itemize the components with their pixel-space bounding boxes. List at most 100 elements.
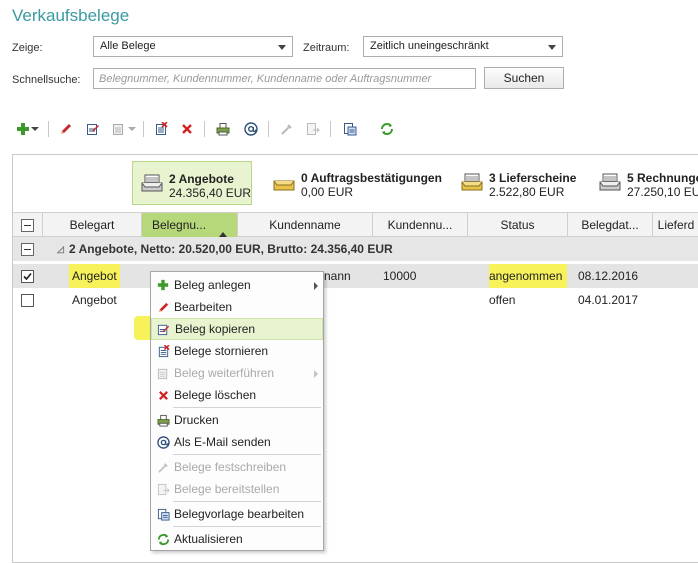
delete-icon[interactable] [178, 120, 196, 138]
column-status[interactable]: Status [468, 213, 568, 237]
menu-item-label: Beleg kopieren [175, 322, 256, 336]
context-menu: Beleg anlegen Bearbeiten Beleg kopieren … [150, 271, 324, 551]
summary-count: 5 Rechnungen [627, 171, 698, 185]
page-title: Verkaufsbelege [12, 6, 130, 25]
menu-item-drucken[interactable]: Drucken [151, 409, 323, 431]
summary-amount: 24.356,40 EUR [169, 186, 252, 200]
sort-ascending-icon [219, 222, 227, 237]
menu-item-label: Belege stornieren [174, 344, 269, 358]
toolbar-separator [330, 121, 331, 137]
schnellsuche-label: Schnellsuche: [12, 74, 81, 86]
cell-belegart: Angebot [69, 264, 120, 288]
refresh-icon[interactable] [378, 120, 396, 138]
group-row[interactable]: ◿ 2 Angebote, Netto: 20.520,00 EUR, Brut… [13, 237, 698, 261]
cell-belegdatum: 04.01.2017 [578, 293, 639, 307]
menu-item-beleg-weiterfuehren[interactable]: Beleg weiterführen [151, 362, 323, 384]
menu-item-beleg-kopieren[interactable]: Beleg kopieren [151, 318, 323, 340]
toolbar-separator [48, 121, 49, 137]
table-row[interactable]: Angebot offen 04.01.2017 [13, 288, 698, 312]
menu-item-belege-loeschen[interactable]: Belege löschen [151, 384, 323, 406]
forward-icon[interactable] [110, 120, 128, 138]
status-dropdown-icon[interactable] [549, 297, 557, 303]
table-row[interactable]: Angebot nann 10000 angenommen 08.12.2016 [13, 264, 698, 288]
zeitraum-label: Zeitraum: [303, 42, 350, 54]
menu-item-belegvorlage-bearbeiten[interactable]: Belegvorlage bearbeiten [151, 503, 323, 525]
row-checkbox[interactable] [21, 264, 34, 288]
menu-item-belege-stornieren[interactable]: Belege stornieren [151, 340, 323, 362]
cancel-doc-icon[interactable] [152, 120, 170, 138]
zeitraum-select[interactable]: Zeitlich uneingeschränkt [363, 36, 563, 57]
menu-separator [173, 407, 321, 408]
finalize-icon [156, 460, 170, 474]
menu-separator [173, 454, 321, 455]
cell-status[interactable]: offen [489, 288, 515, 312]
summary-amount: 0,00 EUR [301, 185, 354, 199]
column-kundenname[interactable]: Kundenname [238, 213, 373, 237]
column-belegdatum[interactable]: Belegdat... [568, 213, 653, 237]
menu-separator [173, 501, 321, 502]
summary-count: 2 Angebote [169, 172, 234, 186]
submenu-arrow-icon [314, 282, 318, 290]
menu-item-belege-festschreiben[interactable]: Belege festschreiben [151, 456, 323, 478]
provide-icon [156, 482, 170, 496]
checkbox-icon [21, 294, 34, 308]
checkbox-icon [21, 219, 34, 233]
menu-item-belege-bereitstellen[interactable]: Belege bereitstellen [151, 478, 323, 500]
tray-icon [599, 173, 621, 194]
summary-tile-auftragsbestaetigungen[interactable]: 0 Auftragsbestätigungen 0,00 EUR [265, 161, 455, 205]
row-checkbox[interactable] [21, 288, 34, 312]
cell-kundenname: nann [324, 269, 351, 283]
zeitraum-select-value: Zeitlich uneingeschränkt [370, 40, 489, 52]
print-icon[interactable] [214, 120, 232, 138]
edit-icon[interactable] [57, 120, 75, 138]
column-kundennummer[interactable]: Kundennu... [373, 213, 468, 237]
collapse-group-checkbox[interactable] [21, 237, 34, 261]
menu-item-label: Belege festschreiben [174, 460, 287, 474]
edit-icon [156, 300, 170, 314]
finalize-icon[interactable] [278, 120, 296, 138]
cancel-doc-icon [156, 344, 170, 358]
template-icon[interactable] [341, 120, 359, 138]
select-all-checkbox[interactable] [13, 213, 43, 237]
search-button[interactable]: Suchen [484, 67, 564, 89]
cell-belegdatum: 08.12.2016 [578, 269, 639, 283]
copy-icon[interactable] [84, 120, 102, 138]
provide-icon[interactable] [304, 120, 322, 138]
print-icon [156, 413, 170, 427]
expand-triangle-icon[interactable]: ◿ [57, 237, 64, 261]
menu-item-label: Bearbeiten [174, 300, 233, 314]
tray-icon [461, 173, 483, 194]
menu-item-label: Aktualisieren [174, 532, 243, 546]
menu-item-label: Belege löschen [174, 388, 257, 402]
cell-belegart: Angebot [72, 293, 117, 307]
group-label: 2 Angebote, Netto: 20.520,00 EUR, Brutto… [69, 242, 393, 256]
summary-count: 0 Auftragsbestätigungen [301, 171, 442, 185]
dropdown-arrow-icon[interactable] [29, 120, 41, 138]
delete-icon [156, 388, 170, 402]
search-input[interactable] [93, 68, 476, 89]
summary-tile-rechnungen[interactable]: 5 Rechnungen 27.250,10 EUR [591, 161, 698, 205]
summary-tile-angebote[interactable]: 2 Angebote 24.356,40 EUR [132, 161, 252, 205]
cell-status[interactable]: angenommen [489, 264, 567, 288]
menu-item-beleg-anlegen[interactable]: Beleg anlegen [151, 274, 323, 296]
toolbar-separator [143, 121, 144, 137]
menu-item-email-senden[interactable]: Als E-Mail senden [151, 431, 323, 453]
template-icon [156, 507, 170, 521]
zeige-label: Zeige: [12, 42, 43, 54]
column-lieferdatum[interactable]: Lieferd [653, 213, 698, 237]
chevron-down-icon [278, 45, 286, 50]
summary-amount: 27.250,10 EUR [627, 185, 698, 199]
menu-item-bearbeiten[interactable]: Bearbeiten [151, 296, 323, 318]
column-belegnummer[interactable]: Belegnu... [142, 213, 238, 237]
summary-tile-lieferscheine[interactable]: 3 Lieferscheine 2.522,80 EUR [453, 161, 583, 205]
checkbox-icon [21, 243, 34, 257]
menu-item-label: Als E-Mail senden [174, 435, 271, 449]
forward-icon [156, 366, 170, 380]
tray-icon [273, 173, 295, 194]
summary-count: 3 Lieferscheine [489, 171, 577, 185]
email-icon[interactable] [242, 120, 260, 138]
column-belegart[interactable]: Belegart [43, 213, 142, 237]
dropdown-arrow-icon[interactable] [127, 120, 137, 138]
menu-item-aktualisieren[interactable]: Aktualisieren [151, 528, 323, 550]
zeige-select[interactable]: Alle Belege [93, 36, 293, 57]
